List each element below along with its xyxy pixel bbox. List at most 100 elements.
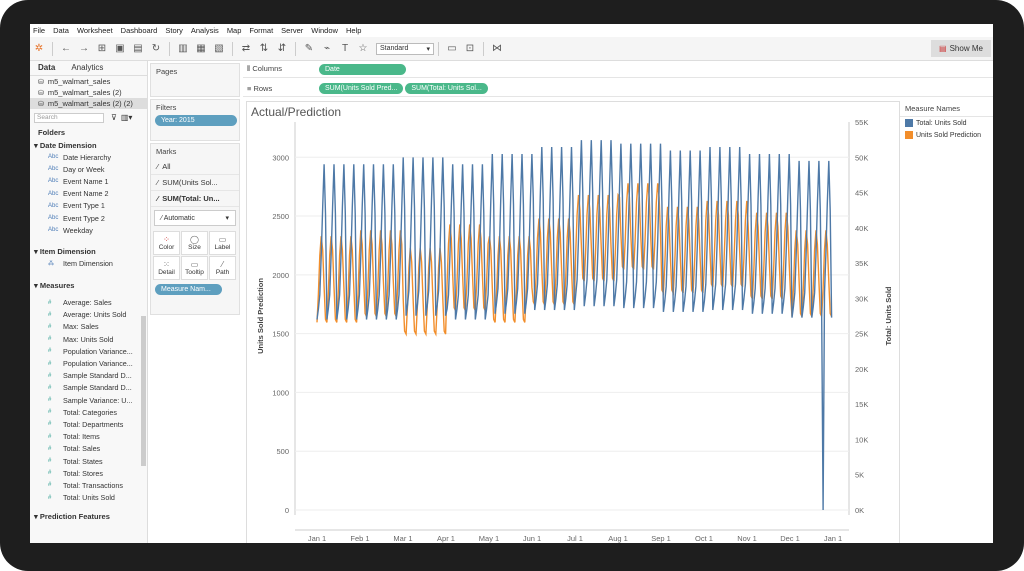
field-item[interactable]: # Total: States bbox=[30, 455, 147, 467]
show-me-button[interactable]: ▤ Show Me bbox=[931, 40, 991, 57]
field-item[interactable]: Abc Event Name 2 bbox=[30, 188, 147, 200]
field-item[interactable]: # Sample Standard D... bbox=[30, 382, 147, 394]
y-right-tick-label: 25K bbox=[855, 330, 868, 339]
clear-sheet-icon[interactable]: ▧ bbox=[212, 42, 226, 56]
field-label: Sample Standard D... bbox=[63, 383, 132, 393]
label-button[interactable]: ▭ Label bbox=[209, 231, 236, 255]
path-button[interactable]: ⁄ Path bbox=[209, 256, 236, 280]
field-item[interactable]: Abc Weekday bbox=[30, 224, 147, 236]
field-item[interactable]: # Total: Departments bbox=[30, 418, 147, 430]
field-item[interactable]: # Total: Units Sold bbox=[30, 492, 147, 504]
size-button[interactable]: ◯ Size bbox=[181, 231, 208, 255]
menu-story[interactable]: Story bbox=[165, 26, 183, 35]
back-icon[interactable]: ← bbox=[59, 42, 73, 56]
field-item[interactable]: Abc Day or Week bbox=[30, 163, 147, 175]
field-item[interactable]: # Max: Sales bbox=[30, 321, 147, 333]
search-input[interactable]: Search bbox=[34, 113, 104, 123]
field-item[interactable]: # Sample Variance: U... bbox=[30, 394, 147, 406]
labels-icon[interactable]: T bbox=[338, 42, 352, 56]
save-icon[interactable]: ▣ bbox=[113, 42, 127, 56]
datasource-item[interactable]: ⛁ m5_walmart_sales bbox=[30, 76, 147, 87]
menu-map[interactable]: Map bbox=[227, 26, 242, 35]
legend-item-total[interactable]: Total: Units Sold bbox=[900, 117, 993, 129]
sort-asc-icon[interactable]: ⇅ bbox=[257, 42, 271, 56]
field-item[interactable]: Abc Event Name 1 bbox=[30, 175, 147, 187]
group-icon[interactable]: ⌁ bbox=[320, 42, 334, 56]
menu-worksheet[interactable]: Worksheet bbox=[77, 26, 113, 35]
measures-folder[interactable]: ▾ Measures bbox=[30, 278, 147, 291]
field-item[interactable]: # Total: Categories bbox=[30, 406, 147, 418]
rows-pill-total[interactable]: SUM(Total: Units Sol... bbox=[405, 82, 488, 94]
field-item[interactable]: # Population Variance... bbox=[30, 345, 147, 357]
new-datasource-icon[interactable]: ⊞ bbox=[95, 42, 109, 56]
field-item[interactable]: Abc Event Type 2 bbox=[30, 212, 147, 224]
tab-analytics[interactable]: Analytics bbox=[63, 61, 111, 75]
menu-dashboard[interactable]: Dashboard bbox=[121, 26, 158, 35]
rows-pill-prediction[interactable]: SUM(Units Sold Pred... bbox=[319, 82, 404, 94]
field-item[interactable]: # Total: Items bbox=[30, 431, 147, 443]
highlight-icon[interactable]: ✎ bbox=[302, 42, 316, 56]
columns-pill-date[interactable]: Date bbox=[319, 63, 406, 75]
prediction-features-folder[interactable]: ▾ Prediction Features bbox=[30, 509, 147, 522]
menu-file[interactable]: File bbox=[33, 26, 45, 35]
duplicate-sheet-icon[interactable]: ▦ bbox=[194, 42, 208, 56]
cards-column: Pages Filters Year: 2015 Marks ⁄ All ⁄ SUM… bbox=[150, 61, 240, 543]
field-item[interactable]: # Total: Sales bbox=[30, 443, 147, 455]
legend-item-prediction[interactable]: Units Sold Prediction bbox=[900, 129, 993, 141]
field-item[interactable]: # Max: Units Sold bbox=[30, 333, 147, 345]
label-icon: ▭ bbox=[218, 235, 227, 244]
filters-card[interactable]: Filters Year: 2015 bbox=[150, 99, 240, 141]
field-item[interactable]: # Total: Stores bbox=[30, 467, 147, 479]
field-label: Event Type 1 bbox=[63, 201, 105, 211]
pin-icon[interactable]: ☆ bbox=[356, 42, 370, 56]
measure-names-pill[interactable]: Measure Nam... bbox=[155, 284, 222, 295]
datasource-item[interactable]: ⛁ m5_walmart_sales (2) (2) bbox=[30, 98, 147, 109]
filter-pill-year[interactable]: Year: 2015 bbox=[155, 115, 237, 126]
share-icon[interactable]: ⋈ bbox=[490, 42, 504, 56]
field-item[interactable]: # Average: Sales bbox=[30, 297, 147, 309]
fit-select[interactable]: Standard ▾ bbox=[376, 42, 434, 55]
field-item[interactable]: # Sample Standard D... bbox=[30, 370, 147, 382]
paste-icon[interactable]: ▤ bbox=[131, 42, 145, 56]
data-pane-scrollbar[interactable] bbox=[141, 316, 146, 466]
filter-icon[interactable]: ⊽ bbox=[111, 113, 117, 122]
columns-label: ⦀ Columns bbox=[243, 64, 319, 74]
field-item[interactable]: ⁂ Item Dimension bbox=[30, 257, 147, 269]
forward-icon[interactable]: → bbox=[77, 42, 91, 56]
menu-help[interactable]: Help bbox=[346, 26, 361, 35]
field-item[interactable]: # Total: Transactions bbox=[30, 479, 147, 491]
field-item[interactable]: Abc Date Hierarchy bbox=[30, 151, 147, 163]
date-dimension-folder[interactable]: ▾ Date Dimension bbox=[30, 138, 147, 151]
swap-icon[interactable]: ⇄ bbox=[239, 42, 253, 56]
presentation-icon[interactable]: ⊡ bbox=[463, 42, 477, 56]
columns-shelf[interactable]: ⦀ Columns Date bbox=[243, 61, 993, 78]
menu-server[interactable]: Server bbox=[281, 26, 303, 35]
marks-row-total[interactable]: ⁄ SUM(Total: Un... bbox=[151, 191, 239, 207]
pages-card[interactable]: Pages bbox=[150, 63, 240, 97]
series-line-total[interactable] bbox=[316, 140, 833, 511]
field-item[interactable]: # Average: Units Sold bbox=[30, 309, 147, 321]
field-item[interactable]: Abc Event Type 1 bbox=[30, 200, 147, 212]
field-item[interactable]: # Population Variance... bbox=[30, 357, 147, 369]
refresh-icon[interactable]: ↻ bbox=[149, 42, 163, 56]
mark-type-select[interactable]: ⁄ Automatic ▾ bbox=[154, 210, 236, 226]
marks-row-prediction[interactable]: ⁄ SUM(Units Sol... bbox=[151, 175, 239, 191]
show-cards-icon[interactable]: ▭ bbox=[445, 42, 459, 56]
new-sheet-icon[interactable]: ▥ bbox=[176, 42, 190, 56]
chart-view: Actual/Prediction 0 500 1000 1500 2000 2500 30… bbox=[246, 101, 900, 543]
sort-desc-icon[interactable]: ⇵ bbox=[275, 42, 289, 56]
color-button[interactable]: ⁘ Color bbox=[153, 231, 180, 255]
rows-shelf[interactable]: ≡ Rows SUM(Units Sold Pred... SUM(Total:… bbox=[243, 80, 993, 97]
y-left-tick-label: 0 bbox=[285, 506, 289, 515]
menu-data[interactable]: Data bbox=[53, 26, 69, 35]
view-options-icon[interactable]: ▥▾ bbox=[121, 113, 133, 122]
datasource-item[interactable]: ⛁ m5_walmart_sales (2) bbox=[30, 87, 147, 98]
tab-data[interactable]: Data bbox=[30, 61, 63, 75]
menu-analysis[interactable]: Analysis bbox=[191, 26, 219, 35]
menu-format[interactable]: Format bbox=[249, 26, 273, 35]
marks-row-all[interactable]: ⁄ All bbox=[151, 159, 239, 175]
tooltip-button[interactable]: ▭ Tooltip bbox=[181, 256, 208, 280]
menu-window[interactable]: Window bbox=[311, 26, 338, 35]
detail-button[interactable]: ⁙ Detail bbox=[153, 256, 180, 280]
item-dimension-folder[interactable]: ▾ Item Dimension bbox=[30, 244, 147, 257]
